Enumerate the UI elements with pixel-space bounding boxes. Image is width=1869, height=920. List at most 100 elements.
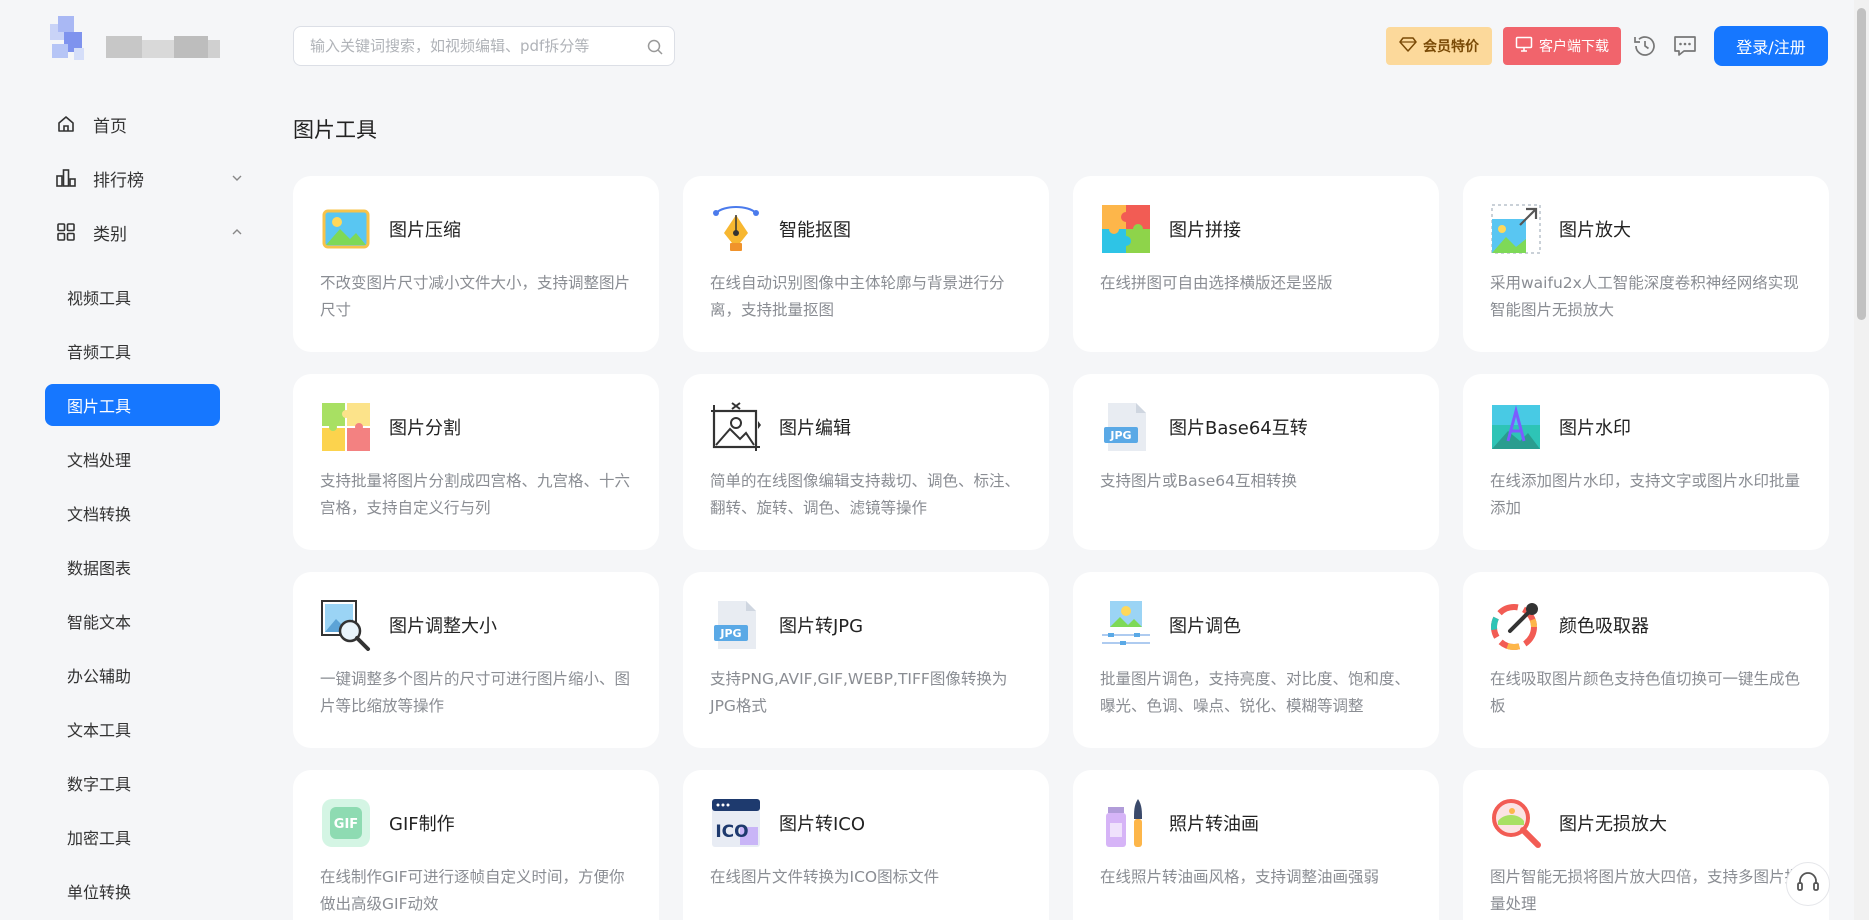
- tool-description: 在线图片文件转换为ICO图标文件: [710, 868, 940, 886]
- page-title: 图片工具: [293, 118, 377, 142]
- tool-title: 智能抠图: [779, 220, 851, 241]
- tool-card-smart-cutout[interactable]: 智能抠图 在线自动识别图像中主体轮廓与背景进行分离，支持批量抠图: [683, 176, 1049, 352]
- tool-card-image-resize[interactable]: 图片调整大小 一键调整多个图片的尺寸可进行图片缩小、图片等比缩放等操作: [293, 572, 659, 748]
- tool-description: 在线吸取图片颜色支持色值切换可一键生成色板: [1490, 670, 1801, 715]
- history-icon[interactable]: [1632, 33, 1658, 59]
- tool-title: 照片转油画: [1169, 814, 1259, 835]
- client-download-button[interactable]: 客户端下载: [1503, 27, 1621, 65]
- category-unit-conversion[interactable]: 单位转换: [45, 870, 220, 912]
- tool-description: 采用waifu2x人工智能深度卷积神经网络实现智能图片无损放大: [1490, 274, 1799, 319]
- image-compress-icon: [320, 203, 372, 255]
- sidebar: 首页 排行榜 类别 视频工具 音频工具 图片工具 文档处理 文档转换 数据图表 …: [0, 0, 245, 920]
- paint-brush-icon: [1100, 797, 1152, 849]
- image-split-icon: [320, 401, 372, 453]
- page-scrollbar[interactable]: [1854, 0, 1869, 920]
- scrollbar-thumb[interactable]: [1857, 8, 1866, 320]
- color-adjust-icon: [1100, 599, 1152, 651]
- tool-title: 图片转JPG: [779, 616, 864, 637]
- tool-card-image-color[interactable]: 图片调色 批量图片调色，支持亮度、对比度、饱和度、曝光、色调、噪点、锐化、模糊等…: [1073, 572, 1439, 748]
- message-icon[interactable]: [1672, 33, 1698, 59]
- tool-title: 图片转ICO: [779, 814, 866, 835]
- chevron-up-icon: [229, 224, 245, 240]
- tool-description: 在线照片转油画风格，支持调整油画强弱: [1100, 868, 1380, 886]
- tool-title: 图片水印: [1559, 418, 1631, 439]
- jpg-badge: JPG: [719, 627, 741, 640]
- nav-ranking[interactable]: 排行榜: [45, 158, 245, 198]
- tool-card-image-edit[interactable]: 图片编辑 简单的在线图像编辑支持裁切、调色、标注、翻转、旋转、调色、滤镜等操作: [683, 374, 1049, 550]
- vip-offer-button[interactable]: 会员特价: [1386, 27, 1492, 65]
- tool-description: 不改变图片尺寸减小文件大小，支持调整图片尺寸: [320, 274, 631, 319]
- tool-card-image-enlarge[interactable]: 图片放大 采用waifu2x人工智能深度卷积神经网络实现智能图片无损放大: [1463, 176, 1829, 352]
- color-picker-icon: [1490, 599, 1542, 651]
- tool-description: 在线自动识别图像中主体轮廓与背景进行分离，支持批量抠图: [710, 274, 1005, 319]
- tool-card-image-base64[interactable]: JPG 图片Base64互转 支持图片或Base64互相转换: [1073, 374, 1439, 550]
- tool-card-image-to-ico[interactable]: ICO 图片转ICO 在线图片文件转换为ICO图标文件: [683, 770, 1049, 920]
- nav-category-label: 类别: [93, 224, 127, 245]
- watermark-icon: [1490, 401, 1542, 453]
- diamond-icon: [1399, 36, 1417, 56]
- tool-description: 批量图片调色，支持亮度、对比度、饱和度、曝光、色调、噪点、锐化、模糊等调整: [1100, 670, 1411, 715]
- tool-description: 支持批量将图片分割成四宫格、九宫格、十六宫格，支持自定义行与列: [320, 472, 631, 517]
- gif-badge: GIF: [334, 817, 358, 832]
- image-resize-icon: [320, 599, 372, 651]
- tool-card-image-stitch[interactable]: 图片拼接 在线拼图可自由选择横版还是竖版: [1073, 176, 1439, 352]
- tool-title: GIF制作: [389, 814, 455, 835]
- search-icon[interactable]: [646, 38, 664, 56]
- search-input[interactable]: [310, 37, 630, 55]
- pen-tool-icon: [710, 203, 762, 255]
- jpg-badge: JPG: [1109, 429, 1131, 442]
- tool-card-image-to-jpg[interactable]: JPG 图片转JPG 支持PNG,AVIF,GIF,WEBP,TIFF图像转换为…: [683, 572, 1049, 748]
- category-office-assist[interactable]: 办公辅助: [45, 654, 220, 696]
- tool-card-oil-painting[interactable]: 照片转油画 在线照片转油画风格，支持调整油画强弱: [1073, 770, 1439, 920]
- jpg-convert-icon: JPG: [710, 599, 762, 651]
- site-logo[interactable]: [50, 14, 220, 70]
- tool-description: 一键调整多个图片的尺寸可进行图片缩小、图片等比缩放等操作: [320, 670, 631, 715]
- tool-description: 支持图片或Base64互相转换: [1100, 472, 1297, 490]
- tool-description: 图片智能无损将图片放大四倍，支持多图片批量处理: [1490, 868, 1801, 913]
- tool-description: 在线拼图可自由选择横版还是竖版: [1100, 274, 1333, 292]
- category-data-charts[interactable]: 数据图表: [45, 546, 220, 588]
- customer-support-button[interactable]: [1786, 862, 1830, 906]
- tool-card-color-picker[interactable]: 颜色吸取器 在线吸取图片颜色支持色值切换可一键生成色板: [1463, 572, 1829, 748]
- tool-description: 支持PNG,AVIF,GIF,WEBP,TIFF图像转换为JPG格式: [710, 670, 1008, 715]
- tool-description: 简单的在线图像编辑支持裁切、调色、标注、翻转、旋转、调色、滤镜等操作: [710, 472, 1021, 517]
- tool-card-image-compress[interactable]: 图片压缩 不改变图片尺寸减小文件大小，支持调整图片尺寸: [293, 176, 659, 352]
- category-number-tools[interactable]: 数字工具: [45, 762, 220, 804]
- category-audio-tools[interactable]: 音频工具: [45, 330, 220, 372]
- tool-card-image-split[interactable]: 图片分割 支持批量将图片分割成四宫格、九宫格、十六宫格，支持自定义行与列: [293, 374, 659, 550]
- tool-title: 图片Base64互转: [1169, 418, 1308, 439]
- tool-title: 颜色吸取器: [1559, 616, 1649, 637]
- tool-card-gif-maker[interactable]: GIF GIF制作 在线制作GIF可进行逐帧自定义时间，方便你做出高级GIF动效: [293, 770, 659, 920]
- category-encryption-tools[interactable]: 加密工具: [45, 816, 220, 858]
- gif-icon: GIF: [320, 797, 372, 849]
- nav-home[interactable]: 首页: [45, 104, 245, 144]
- search-box: [293, 26, 675, 66]
- monitor-icon: [1515, 36, 1533, 56]
- tool-description: 在线制作GIF可进行逐帧自定义时间，方便你做出高级GIF动效: [320, 868, 625, 913]
- category-document-conversion[interactable]: 文档转换: [45, 492, 220, 534]
- category-smart-text[interactable]: 智能文本: [45, 600, 220, 642]
- nav-category[interactable]: 类别: [45, 212, 245, 252]
- tool-description: 在线添加图片水印，支持文字或图片水印批量添加: [1490, 472, 1801, 517]
- category-document-processing[interactable]: 文档处理: [45, 438, 220, 480]
- category-image-tools[interactable]: 图片工具: [45, 384, 220, 426]
- home-icon: [55, 113, 77, 135]
- tool-title: 图片压缩: [389, 220, 461, 241]
- category-text-tools[interactable]: 文本工具: [45, 708, 220, 750]
- tool-card-image-watermark[interactable]: 图片水印 在线添加图片水印，支持文字或图片水印批量添加: [1463, 374, 1829, 550]
- ico-icon: ICO: [710, 797, 762, 849]
- headset-icon: [1795, 869, 1821, 899]
- vip-offer-label: 会员特价: [1423, 39, 1479, 55]
- nav-home-label: 首页: [93, 116, 127, 137]
- jpg-file-icon: JPG: [1100, 401, 1152, 453]
- tool-card-lossless-enlarge[interactable]: 图片无损放大 图片智能无损将图片放大四倍，支持多图片批量处理: [1463, 770, 1829, 920]
- tool-title: 图片编辑: [779, 418, 851, 439]
- ico-badge: ICO: [715, 822, 748, 842]
- image-edit-icon: [710, 401, 762, 453]
- chevron-down-icon: [229, 170, 245, 186]
- tool-title: 图片拼接: [1169, 220, 1241, 241]
- category-video-tools[interactable]: 视频工具: [45, 276, 220, 318]
- nav-ranking-label: 排行榜: [93, 170, 144, 191]
- image-enlarge-icon: [1490, 203, 1542, 255]
- login-register-button[interactable]: 登录/注册: [1714, 26, 1828, 66]
